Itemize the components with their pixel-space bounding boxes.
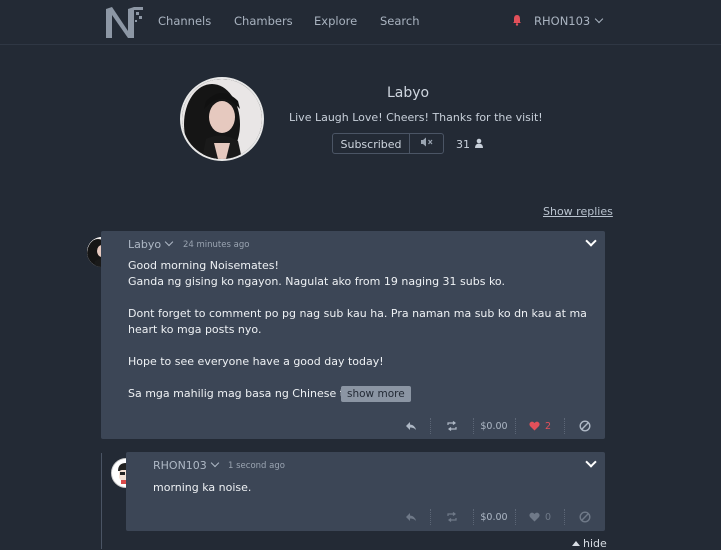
thread-line xyxy=(101,453,102,549)
reply-icon xyxy=(406,513,416,521)
profile-photo xyxy=(182,79,262,159)
show-replies-link[interactable]: Show replies xyxy=(543,205,613,218)
heart-icon xyxy=(529,421,540,431)
chevron-down-icon xyxy=(595,14,604,24)
reply-icon xyxy=(406,422,416,430)
username-label: RHON103 xyxy=(534,14,591,28)
repost-button[interactable] xyxy=(431,412,473,440)
profile-avatar[interactable] xyxy=(180,77,264,161)
reply-action-bar: $0.00 0 xyxy=(392,503,605,531)
heart-icon xyxy=(529,512,540,522)
user-menu[interactable]: RHON103 xyxy=(534,14,604,28)
block-icon xyxy=(579,511,591,523)
repost-icon xyxy=(447,512,457,522)
post-options-chevron-icon[interactable] xyxy=(585,235,597,247)
nav-link-explore[interactable]: Explore xyxy=(314,14,357,28)
reply-author[interactable]: RHON103 xyxy=(153,458,220,472)
subscriber-count: 31 xyxy=(456,138,470,151)
like-count: 2 xyxy=(544,420,552,432)
top-navbar: Channels Chambers Explore Search RHON103 xyxy=(0,0,721,45)
post-action-bar: $0.00 2 xyxy=(392,412,605,440)
block-button[interactable] xyxy=(565,503,605,531)
reply-time: 1 second ago xyxy=(228,461,285,471)
hide-label: hide xyxy=(583,537,607,550)
nav-link-channels[interactable]: Channels xyxy=(158,14,211,28)
nav-link-search[interactable]: Search xyxy=(380,14,420,28)
tip-button[interactable]: $0.00 xyxy=(474,412,514,440)
reply-card: RHON103 1 second ago morning ka noise. $… xyxy=(126,452,605,531)
show-more-button[interactable]: show more xyxy=(341,386,411,402)
hide-replies-link[interactable]: hide xyxy=(572,537,607,550)
repost-icon xyxy=(447,421,457,431)
block-icon xyxy=(579,420,591,432)
like-count: 0 xyxy=(544,511,552,523)
reply-body: morning ka noise. xyxy=(153,481,252,494)
subscribed-button[interactable]: Subscribed xyxy=(332,133,410,154)
reply-options-chevron-icon[interactable] xyxy=(585,456,597,468)
post-author[interactable]: Labyo xyxy=(128,237,174,251)
chevron-down-icon xyxy=(164,237,174,247)
post-body: Good morning Noisemates! Ganda ng gising… xyxy=(128,259,587,400)
chevron-down-icon xyxy=(210,458,220,468)
mute-button[interactable] xyxy=(409,133,444,154)
reply-button[interactable] xyxy=(392,503,430,531)
post-author-name: Labyo xyxy=(128,238,162,251)
caret-up-icon xyxy=(572,541,580,546)
noise-logo[interactable] xyxy=(104,5,144,39)
post-time: 24 minutes ago xyxy=(183,240,250,250)
nav-link-chambers[interactable]: Chambers xyxy=(234,14,293,28)
mute-icon xyxy=(420,137,432,147)
reply-author-name: RHON103 xyxy=(153,459,207,472)
post-card: Labyo 24 minutes ago Good morning Noisem… xyxy=(101,231,605,439)
profile-bio: Live Laugh Love! Cheers! Thanks for the … xyxy=(289,111,543,124)
repost-button[interactable] xyxy=(431,503,473,531)
reply-button[interactable] xyxy=(392,412,430,440)
like-button[interactable]: 0 xyxy=(516,503,564,531)
profile-name: Labyo xyxy=(387,85,430,101)
tip-button[interactable]: $0.00 xyxy=(474,503,514,531)
bell-icon[interactable] xyxy=(511,14,523,26)
person-icon xyxy=(475,138,483,148)
block-button[interactable] xyxy=(565,412,605,440)
like-button[interactable]: 2 xyxy=(516,412,564,440)
